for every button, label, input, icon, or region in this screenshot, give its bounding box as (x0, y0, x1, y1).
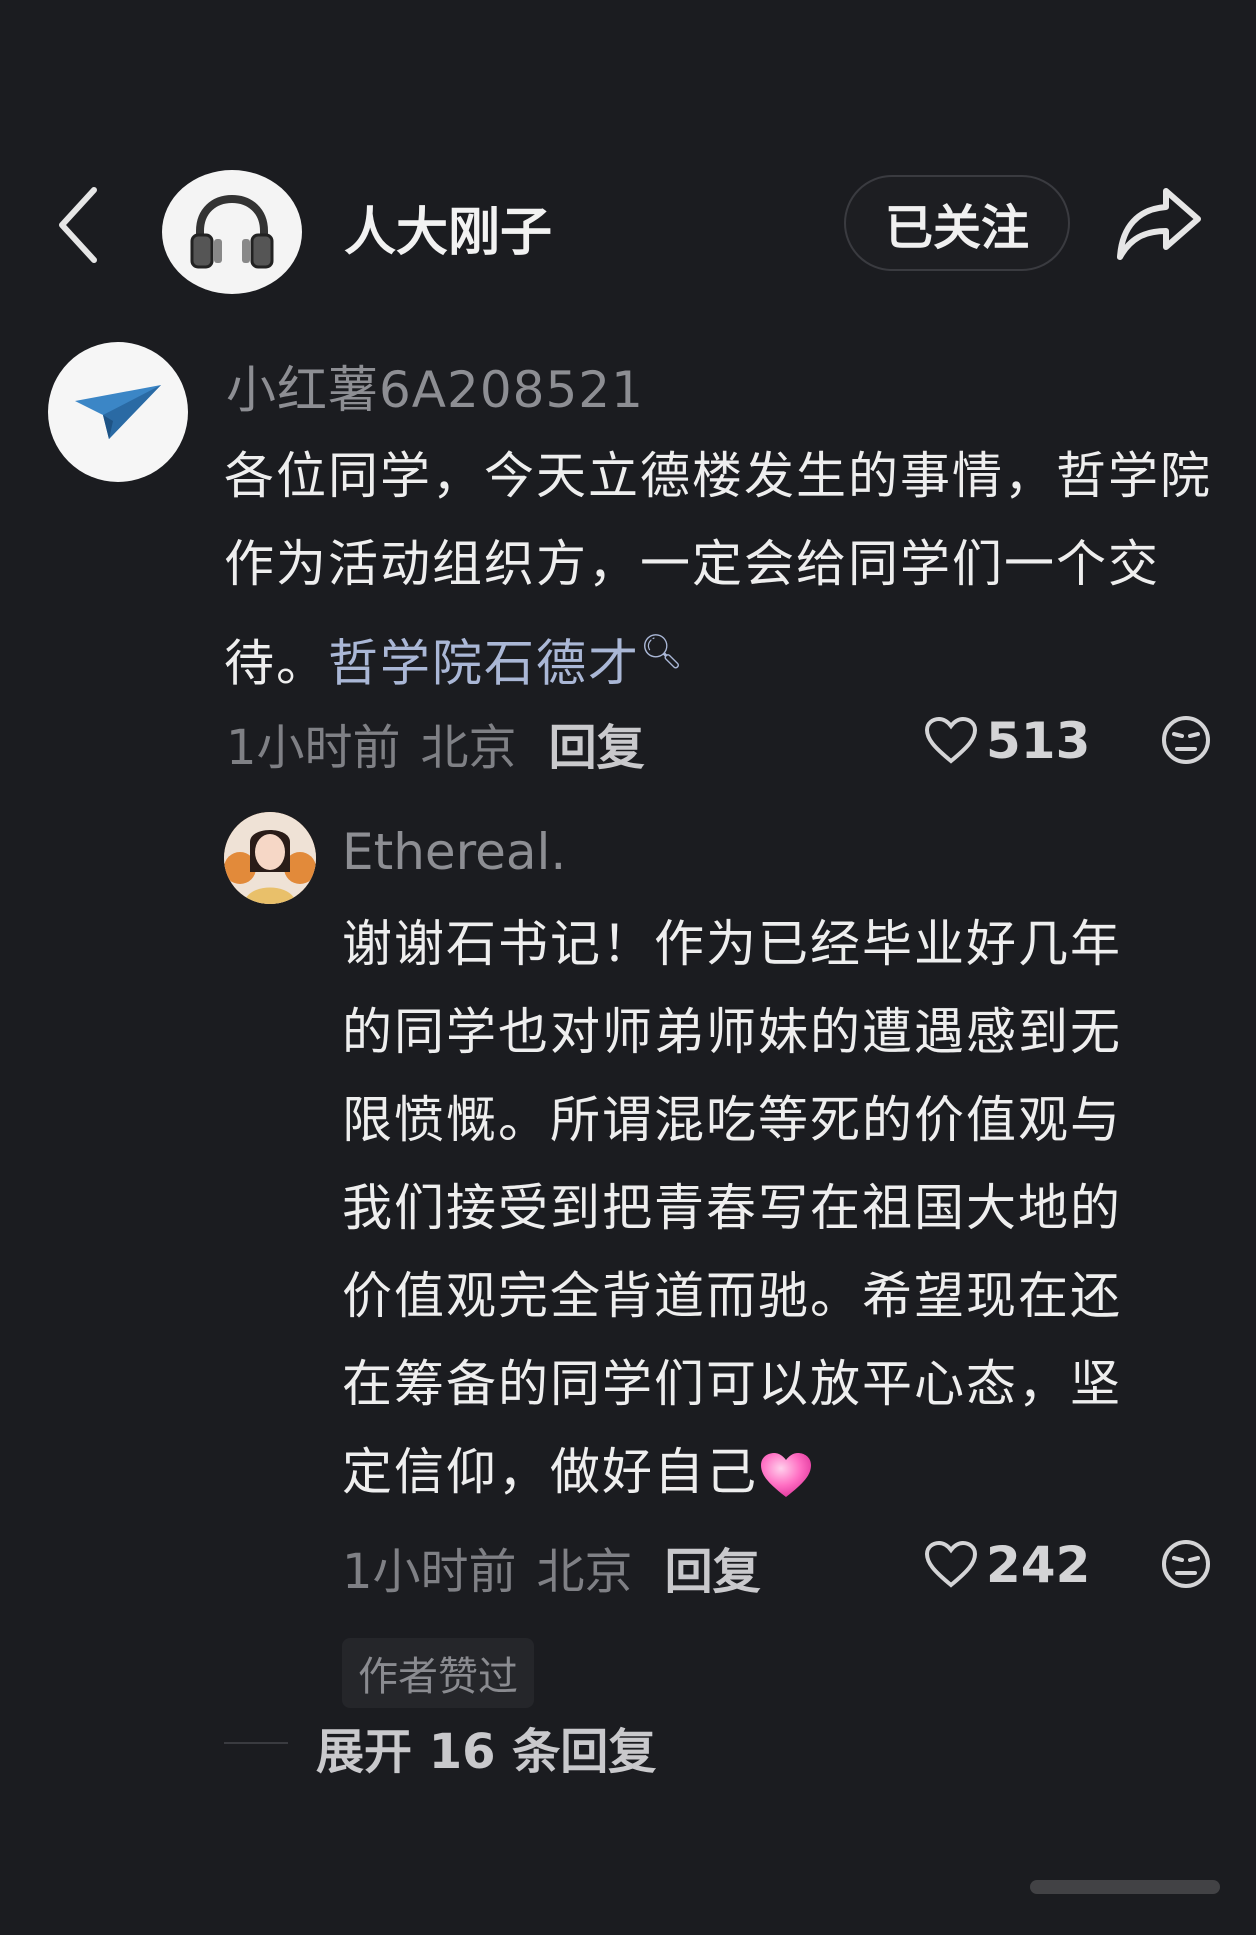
follow-button[interactable]: 已关注 (844, 175, 1070, 271)
comment-text: 各位同学，今天立德楼发生的事情，哲学院作为活动组织方，一定会给同学们一个交待。哲… (224, 432, 1224, 708)
comment-like-count: 513 (986, 712, 1091, 770)
meh-face-icon (1162, 1540, 1210, 1588)
portrait-avatar-image (224, 812, 316, 904)
share-button[interactable] (1108, 178, 1208, 268)
back-button[interactable] (48, 180, 108, 270)
share-arrow-icon (1117, 188, 1201, 260)
comment-mention[interactable]: 哲学院石德才 (328, 635, 640, 693)
headphones-icon (190, 194, 274, 269)
chevron-left-icon (59, 187, 97, 263)
reply-text: 谢谢石书记！作为已经毕业好几年的同学也对师弟师妹的遭遇感到无限愤慨。所谓混吃等死… (342, 900, 1172, 1516)
commenter-avatar[interactable] (48, 342, 188, 482)
comment-location: 北京 (420, 720, 517, 776)
reply-reply-button[interactable]: 回复 (665, 1532, 761, 1602)
reply-username[interactable]: Ethereal. (342, 823, 566, 881)
author-avatar[interactable] (162, 170, 302, 294)
comment-meta: 1小时前 北京 回复 (226, 708, 645, 778)
pink-heart-emoji-icon (761, 1452, 811, 1497)
reply-dislike-button[interactable] (1160, 1538, 1212, 1594)
comment-username[interactable]: 小红薯6A208521 (226, 350, 644, 422)
comment-time: 1小时前 (226, 720, 401, 776)
reply-meta: 1小时前 北京 回复 (342, 1532, 761, 1602)
watermark (1030, 1880, 1220, 1894)
comment-dislike-button[interactable] (1160, 714, 1212, 770)
reply-avatar[interactable] (224, 812, 316, 904)
heart-icon (924, 1541, 978, 1588)
heart-icon (924, 717, 978, 764)
expand-replies-button[interactable]: 展开 16 条回复 (316, 1712, 656, 1782)
reply-time: 1小时前 (342, 1544, 517, 1600)
author-liked-badge: 作者赞过 (342, 1638, 534, 1708)
author-name[interactable]: 人大刚子 (344, 190, 552, 265)
meh-face-icon (1162, 716, 1210, 764)
search-icon: 🔍︎ (640, 632, 686, 672)
comment-reply-button[interactable]: 回复 (549, 708, 645, 778)
comment-like-button[interactable]: 513 (924, 712, 1090, 770)
reply-like-button[interactable]: 242 (924, 1536, 1090, 1594)
paper-plane-icon (75, 385, 161, 439)
expand-divider (224, 1742, 288, 1744)
reply-like-count: 242 (986, 1536, 1091, 1594)
reply-body: 谢谢石书记！作为已经毕业好几年的同学也对师弟师妹的遭遇感到无限愤慨。所谓混吃等死… (342, 915, 1122, 1501)
reply-location: 北京 (536, 1544, 633, 1600)
